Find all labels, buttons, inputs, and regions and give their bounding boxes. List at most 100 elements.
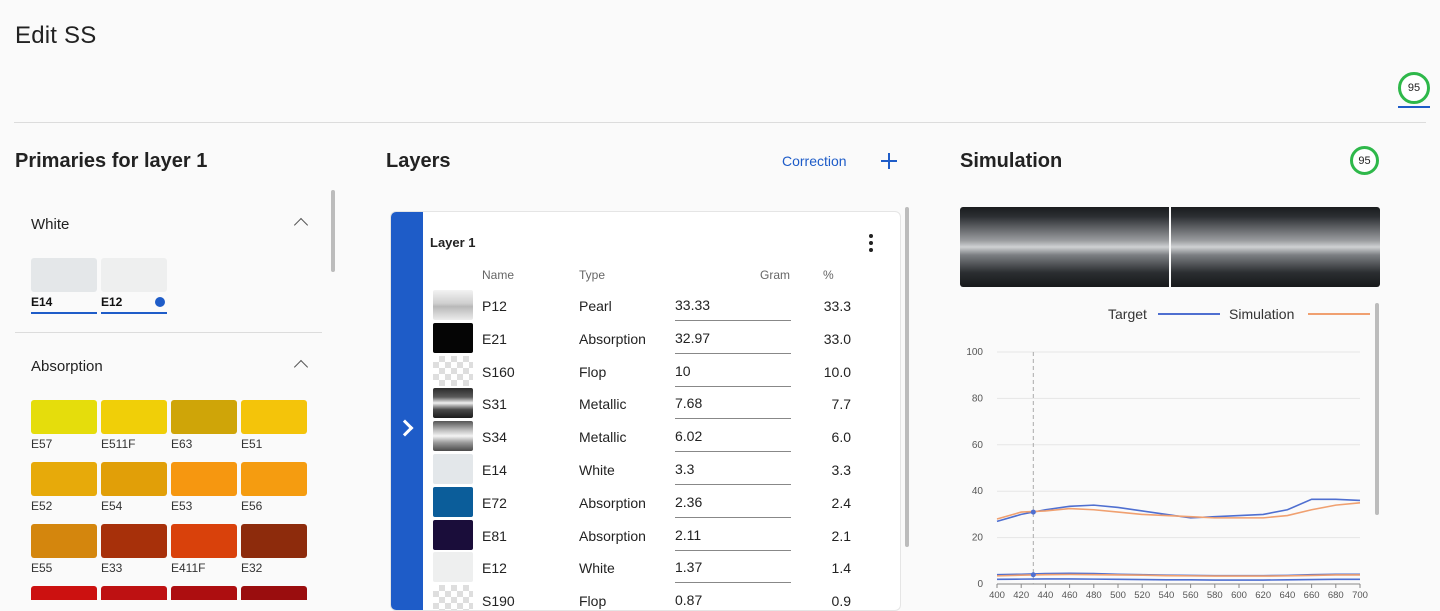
swatch-e52[interactable] (31, 462, 97, 496)
gram-input[interactable]: 33.33 (675, 297, 791, 321)
primary-swatch (433, 322, 473, 353)
swatch-e56[interactable] (241, 462, 307, 496)
x-tick-label: 680 (1328, 590, 1344, 600)
primary-name: S160 (482, 363, 515, 380)
y-tick-label: 80 (972, 393, 984, 404)
gram-input[interactable]: 6.02 (675, 428, 791, 453)
primary-name: S31 (482, 396, 507, 413)
table-row[interactable]: E21 Absorption 32.97 33.0 (391, 322, 900, 355)
gram-input[interactable]: 2.11 (675, 527, 791, 551)
series-line-simulation (996, 502, 1361, 520)
swatch-underline (101, 312, 167, 314)
gram-input[interactable]: 2.36 (675, 494, 791, 518)
primary-name: S34 (482, 429, 507, 446)
percent-value: 2.1 (831, 527, 851, 544)
more-options-icon[interactable] (869, 234, 873, 252)
selected-dot-icon (155, 297, 165, 307)
x-tick-label: 500 (1110, 590, 1126, 600)
chevron-up-icon[interactable] (293, 359, 309, 375)
simulation-preview (960, 207, 1380, 287)
table-row[interactable]: E81 Absorption 2.11 2.1 (391, 519, 900, 552)
top-bar (14, 0, 1426, 123)
gram-input[interactable]: 7.68 (675, 395, 791, 420)
x-tick-label: 540 (1158, 590, 1174, 600)
chart-scrollbar[interactable] (1375, 303, 1379, 515)
swatch-e12[interactable] (101, 258, 167, 292)
swatch-e53[interactable] (171, 462, 237, 496)
swatch-label: E14 (31, 295, 53, 309)
primary-swatch (433, 388, 473, 419)
legend-simulation-label: Simulation (1229, 306, 1295, 322)
group-divider (15, 332, 322, 333)
primary-name: E81 (482, 527, 507, 544)
primary-type: Absorption (579, 330, 646, 347)
primary-type: Pearl (579, 298, 612, 314)
gram-input[interactable]: 1.37 (675, 559, 791, 584)
table-row[interactable]: S34 Metallic 6.02 6.0 (391, 420, 900, 453)
correction-link[interactable]: Correction (782, 153, 847, 169)
y-tick-label: 60 (972, 440, 984, 451)
percent-value: 7.7 (831, 396, 851, 413)
table-row[interactable]: S31 Metallic 7.68 7.7 (391, 387, 900, 420)
primary-type: Metallic (579, 396, 627, 413)
swatch-e33[interactable] (101, 524, 167, 558)
target-preview (960, 207, 1169, 287)
percent-value: 0.9 (831, 593, 851, 610)
gram-input[interactable]: 3.3 (675, 461, 791, 485)
primary-swatch (433, 519, 473, 550)
quality-score-badge[interactable]: 95 (1398, 72, 1430, 104)
swatch-e55[interactable] (31, 524, 97, 558)
swatch-e57[interactable] (31, 400, 97, 434)
primary-type: Flop (579, 593, 607, 610)
swatch-label: E53 (171, 499, 193, 513)
swatch-e14[interactable] (31, 258, 97, 292)
cursor-point (1030, 572, 1036, 578)
primary-type: Absorption (579, 494, 646, 511)
x-tick-label: 600 (1231, 590, 1247, 600)
primary-swatch (433, 552, 473, 583)
primary-name: E14 (482, 462, 507, 478)
swatch-e51[interactable] (241, 400, 307, 434)
swatch-color[interactable] (241, 586, 307, 600)
primaries-panel: White Absorption E14 E12 E57 E511F E63 E51 E52… (15, 190, 335, 600)
gram-input[interactable]: 0.87 (675, 592, 791, 610)
swatch-e32[interactable] (241, 524, 307, 558)
column-header-type: Type (579, 268, 606, 282)
primary-name: P12 (482, 298, 507, 314)
y-tick-label: 20 (972, 533, 984, 544)
swatch-color[interactable] (171, 586, 237, 600)
table-row[interactable]: E14 White 3.3 3.3 (391, 453, 900, 486)
table-row[interactable]: S190 Flop 0.87 0.9 (391, 584, 900, 610)
group-header-white[interactable]: White (31, 216, 69, 233)
x-tick-label: 480 (1086, 590, 1102, 600)
add-layer-icon[interactable] (878, 150, 900, 172)
swatch-e411f[interactable] (171, 524, 237, 558)
table-row[interactable]: E72 Absorption 2.36 2.4 (391, 486, 900, 519)
series-line-target (996, 578, 1360, 581)
percent-value: 3.3 (831, 462, 851, 478)
layers-scrollbar[interactable] (905, 207, 909, 547)
swatch-e54[interactable] (101, 462, 167, 496)
primary-type: White (579, 560, 615, 577)
table-row[interactable]: P12 Pearl 33.33 33.3 (391, 289, 900, 322)
swatch-e511f[interactable] (101, 400, 167, 434)
gram-input[interactable]: 10 (675, 363, 791, 387)
swatch-color[interactable] (101, 586, 167, 600)
swatch-color[interactable] (31, 586, 97, 600)
simulation-score-badge: 95 (1350, 146, 1379, 175)
column-header-percent: % (823, 268, 834, 282)
group-header-absorption[interactable]: Absorption (31, 358, 103, 375)
chevron-up-icon[interactable] (293, 217, 309, 233)
swatch-e63[interactable] (171, 400, 237, 434)
gram-input[interactable]: 32.97 (675, 330, 791, 354)
column-header-gram: Gram (760, 268, 790, 282)
table-row[interactable]: S160 Flop 10 10.0 (391, 355, 900, 388)
primary-type: White (579, 462, 615, 478)
reflectance-chart: 0 20 40 60 80 100 400 420 440 460 480 500 520 540 560 5… (966, 347, 1368, 600)
primaries-scrollbar[interactable] (331, 190, 335, 272)
primary-swatch (433, 290, 473, 320)
table-row[interactable]: E12 White 1.37 1.4 (391, 551, 900, 584)
legend-target-label: Target (1108, 306, 1147, 322)
swatch-label: E411F (171, 561, 206, 575)
score-tab-indicator (1398, 106, 1430, 108)
